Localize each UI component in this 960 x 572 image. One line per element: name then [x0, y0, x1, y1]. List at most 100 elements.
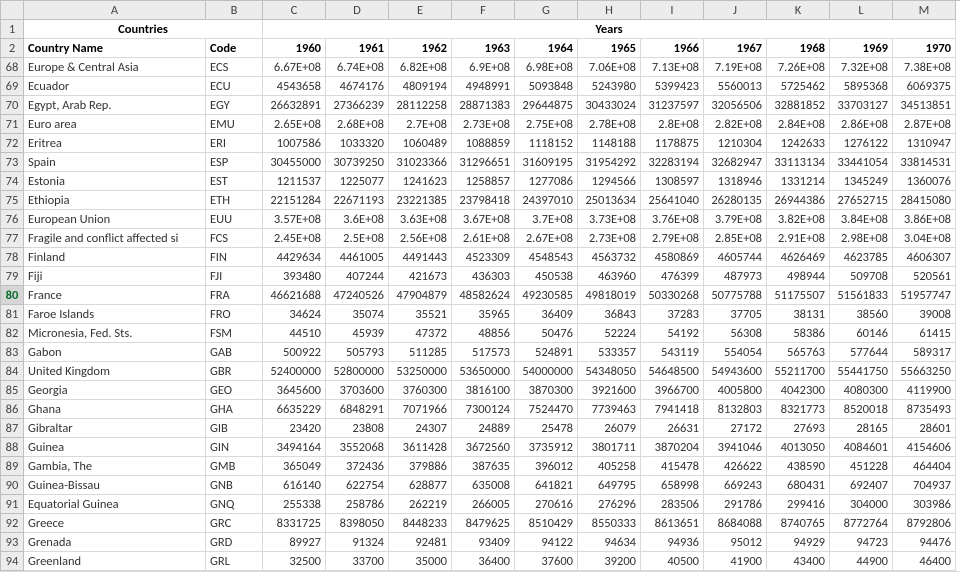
cell-value[interactable]: 1276122	[830, 134, 893, 153]
cell-value[interactable]: 509708	[830, 267, 893, 286]
cell-value[interactable]: 303986	[893, 495, 956, 514]
cell-value[interactable]: 46621688	[263, 286, 326, 305]
cell-value[interactable]: 27693	[767, 419, 830, 438]
cell-country-name[interactable]: Gabon	[24, 343, 206, 362]
cell-value[interactable]: 365049	[263, 457, 326, 476]
cell-value[interactable]: 8613651	[641, 514, 704, 533]
col-header-D[interactable]: D	[326, 1, 389, 20]
cell-value[interactable]: 54943600	[704, 362, 767, 381]
cell-value[interactable]: 22151284	[263, 191, 326, 210]
cell-value[interactable]: 53250000	[389, 362, 452, 381]
cell-country-name[interactable]: Gibraltar	[24, 419, 206, 438]
cell-code[interactable]: EST	[206, 172, 263, 191]
cell-value[interactable]: 387635	[452, 457, 515, 476]
cell-value[interactable]: 53650000	[452, 362, 515, 381]
cell-value[interactable]: 511285	[389, 343, 452, 362]
cell-value[interactable]: 1242633	[767, 134, 830, 153]
cell-value[interactable]: 4548543	[515, 248, 578, 267]
cell-code[interactable]: GIB	[206, 419, 263, 438]
cell-value[interactable]: 4809194	[389, 77, 452, 96]
cell-value[interactable]: 28415080	[893, 191, 956, 210]
cell-value[interactable]: 3.7E+08	[515, 210, 578, 229]
cell-value[interactable]: 7.19E+08	[704, 58, 767, 77]
cell-value[interactable]: 47904879	[389, 286, 452, 305]
col-header-M[interactable]: M	[893, 1, 956, 20]
cell-value[interactable]: 520561	[893, 267, 956, 286]
cell-value[interactable]: 1318946	[704, 172, 767, 191]
cell-value[interactable]: 47372	[389, 324, 452, 343]
cell-value[interactable]: 4461005	[326, 248, 389, 267]
row-header-82[interactable]: 82	[1, 324, 24, 343]
cell-value[interactable]: 8740765	[767, 514, 830, 533]
cell-value[interactable]: 8735493	[893, 400, 956, 419]
cell-value[interactable]: 44900	[830, 552, 893, 571]
cell-value[interactable]: 33441054	[830, 153, 893, 172]
cell-value[interactable]: 464404	[893, 457, 956, 476]
cell-value[interactable]: 52224	[578, 324, 641, 343]
cell-value[interactable]: 4605744	[704, 248, 767, 267]
cell-value[interactable]: 3494164	[263, 438, 326, 457]
cell-value[interactable]: 415478	[641, 457, 704, 476]
cell-value[interactable]: 3816100	[452, 381, 515, 400]
cell-value[interactable]: 3.57E+08	[263, 210, 326, 229]
cell-code[interactable]: GEO	[206, 381, 263, 400]
cell-value[interactable]: 34513851	[893, 96, 956, 115]
cell-value[interactable]: 2.56E+08	[389, 229, 452, 248]
cell-value[interactable]: 4084601	[830, 438, 893, 457]
cell-value[interactable]: 95012	[704, 533, 767, 552]
cell-value[interactable]: 31609195	[515, 153, 578, 172]
cell-value[interactable]: 3.86E+08	[893, 210, 956, 229]
spreadsheet-grid[interactable]: ABCDEFGHIJKLM1CountriesYears2Country Nam…	[0, 0, 960, 571]
cell-value[interactable]: 28112258	[389, 96, 452, 115]
cell-value[interactable]: 36409	[515, 305, 578, 324]
cell-value[interactable]: 2.5E+08	[326, 229, 389, 248]
cell-value[interactable]: 3.84E+08	[830, 210, 893, 229]
cell-value[interactable]: 91324	[326, 533, 389, 552]
cell-value[interactable]: 27366239	[326, 96, 389, 115]
cell-value[interactable]: 2.98E+08	[830, 229, 893, 248]
cell-code[interactable]: FIN	[206, 248, 263, 267]
cell-value[interactable]: 27652715	[830, 191, 893, 210]
row-header-86[interactable]: 86	[1, 400, 24, 419]
row-header-1[interactable]: 1	[1, 20, 24, 39]
cell-value[interactable]: 393480	[263, 267, 326, 286]
cell-code[interactable]: GRC	[206, 514, 263, 533]
cell-value[interactable]: 1148188	[578, 134, 641, 153]
cell-value[interactable]: 4042300	[767, 381, 830, 400]
cell-value[interactable]: 505793	[326, 343, 389, 362]
cell-value[interactable]: 52800000	[326, 362, 389, 381]
row-header-83[interactable]: 83	[1, 343, 24, 362]
cell-code[interactable]: ETH	[206, 191, 263, 210]
cell-country-name[interactable]: United Kingdom	[24, 362, 206, 381]
cell-value[interactable]: 30455000	[263, 153, 326, 172]
row-header-92[interactable]: 92	[1, 514, 24, 533]
cell-value[interactable]: 55441750	[830, 362, 893, 381]
cell-value[interactable]: 262219	[389, 495, 452, 514]
cell-value[interactable]: 524891	[515, 343, 578, 362]
cell-value[interactable]: 31237597	[641, 96, 704, 115]
cell-value[interactable]: 2.61E+08	[452, 229, 515, 248]
cell-country-name[interactable]: Ghana	[24, 400, 206, 419]
cell-value[interactable]: 51561833	[830, 286, 893, 305]
cell-value[interactable]: 55211700	[767, 362, 830, 381]
cell-country-name[interactable]: Ecuador	[24, 77, 206, 96]
cell-value[interactable]: 37705	[704, 305, 767, 324]
cell-value[interactable]: 421673	[389, 267, 452, 286]
cell-country-name[interactable]: Equatorial Guinea	[24, 495, 206, 514]
cell-value[interactable]: 372436	[326, 457, 389, 476]
cell-value[interactable]: 6.74E+08	[326, 58, 389, 77]
cell-value[interactable]: 283506	[641, 495, 704, 514]
cell-value[interactable]: 1211537	[263, 172, 326, 191]
cell-value[interactable]: 7300124	[452, 400, 515, 419]
cell-value[interactable]: 4154606	[893, 438, 956, 457]
cell-country-name[interactable]: Guinea	[24, 438, 206, 457]
cell-value[interactable]: 276296	[578, 495, 641, 514]
cell-code[interactable]: GNQ	[206, 495, 263, 514]
cell-value[interactable]: 8520018	[830, 400, 893, 419]
cell-country-name[interactable]: Guinea-Bissau	[24, 476, 206, 495]
cell-code[interactable]: GHA	[206, 400, 263, 419]
cell-value[interactable]: 379886	[389, 457, 452, 476]
cell-value[interactable]: 1294566	[578, 172, 641, 191]
cell-code[interactable]: GNB	[206, 476, 263, 495]
cell-value[interactable]: 4005800	[704, 381, 767, 400]
